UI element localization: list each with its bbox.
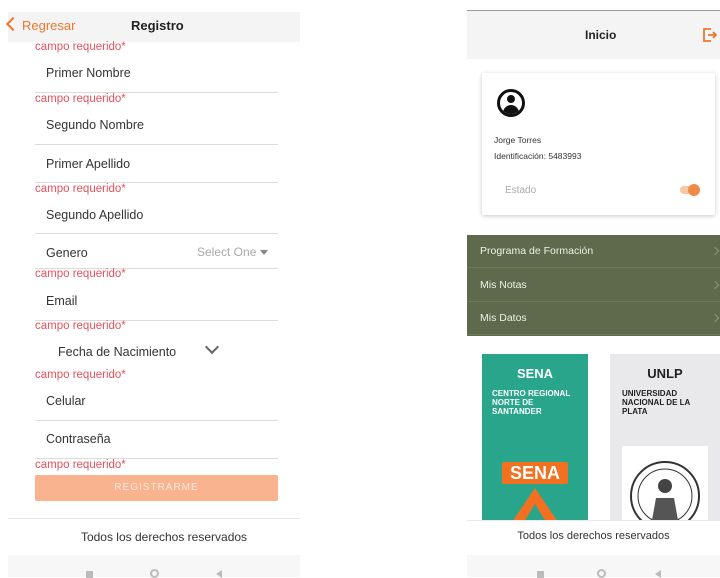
sena-logo-icon xyxy=(513,488,557,520)
primer-apellido-field[interactable]: Primer Apellido xyxy=(46,157,130,171)
email-field[interactable]: Email xyxy=(46,294,77,308)
unlp-subtitle: UNIVERSIDAD NACIONAL DE LA PLATA xyxy=(622,389,690,416)
back-label: Regresar xyxy=(22,18,76,33)
user-name: Jorge Torres xyxy=(494,135,542,145)
page-title: Registro xyxy=(131,18,184,33)
required-label: campo requerido* xyxy=(35,459,126,471)
required-label: campo requerido* xyxy=(35,183,126,195)
footer-text: Todos los derechos reservados xyxy=(517,530,670,542)
contrasena-field[interactable]: Contraseña xyxy=(46,432,111,446)
fecha-nacimiento-field[interactable]: Fecha de Nacimiento xyxy=(58,345,176,359)
celular-field[interactable]: Celular xyxy=(46,394,86,408)
divider xyxy=(35,144,278,145)
back-button[interactable]: Regresar xyxy=(5,16,76,33)
primer-nombre-field[interactable]: Primer Nombre xyxy=(46,66,131,80)
genero-label: Genero xyxy=(46,246,88,260)
divider xyxy=(8,518,300,519)
unlp-seal-icon xyxy=(622,446,708,520)
required-label: campo requerido* xyxy=(35,93,126,105)
home-title: Inicio xyxy=(585,28,617,42)
sena-logo-text: SENA xyxy=(502,462,568,484)
genero-select[interactable]: Select One xyxy=(197,245,269,259)
menu-item-datos[interactable]: Mis Datos xyxy=(467,302,720,335)
logout-icon[interactable] xyxy=(702,27,718,43)
unlp-card[interactable]: UNLP UNIVERSIDAD NACIONAL DE LA PLATA xyxy=(610,354,720,520)
caret-down-icon xyxy=(260,250,269,256)
genero-select-value: Select One xyxy=(197,245,257,259)
menu-item-label: Programa de Formación xyxy=(480,245,594,257)
sena-title: SENA xyxy=(516,366,554,381)
chevron-right-icon xyxy=(710,246,720,256)
main-menu: Programa de Formación Mis Notas Mis Dato… xyxy=(467,235,720,336)
status-toggle[interactable] xyxy=(680,184,700,196)
unlp-title: UNLP xyxy=(647,366,683,381)
sena-card[interactable]: SENA CENTRO REGIONAL NORTE DE SANTANDER … xyxy=(482,354,588,520)
divider xyxy=(35,233,278,234)
register-screen: Regresar Registro campo requerido* Prime… xyxy=(0,0,300,578)
android-nav-bar xyxy=(467,555,720,577)
required-label: campo requerido* xyxy=(35,268,126,280)
chevron-left-icon xyxy=(5,16,21,32)
required-label: campo requerido* xyxy=(35,320,126,332)
footer-text: Todos los derechos reservados xyxy=(80,530,248,544)
divider xyxy=(467,520,720,521)
menu-item-notas[interactable]: Mis Notas xyxy=(467,269,720,302)
user-identification: Identificación: 5483993 xyxy=(494,151,582,161)
chevron-down-icon[interactable] xyxy=(204,339,220,355)
segundo-apellido-field[interactable]: Segundo Apellido xyxy=(46,208,143,222)
user-avatar-icon xyxy=(497,89,525,117)
register-button[interactable]: REGISTRARME xyxy=(35,475,278,501)
status-label: Estado xyxy=(505,185,537,196)
required-label: campo requerido* xyxy=(35,369,126,381)
sena-subtitle: CENTRO REGIONAL NORTE DE SANTANDER xyxy=(492,389,571,416)
required-label: campo requerido* xyxy=(35,41,126,53)
menu-item-programa[interactable]: Programa de Formación xyxy=(467,235,720,268)
chevron-right-icon xyxy=(710,280,720,290)
menu-item-label: Mis Notas xyxy=(480,279,527,291)
segundo-nombre-field[interactable]: Segundo Nombre xyxy=(46,118,144,132)
menu-item-label: Mis Datos xyxy=(480,312,527,324)
divider xyxy=(35,420,278,421)
chevron-right-icon xyxy=(710,313,720,323)
